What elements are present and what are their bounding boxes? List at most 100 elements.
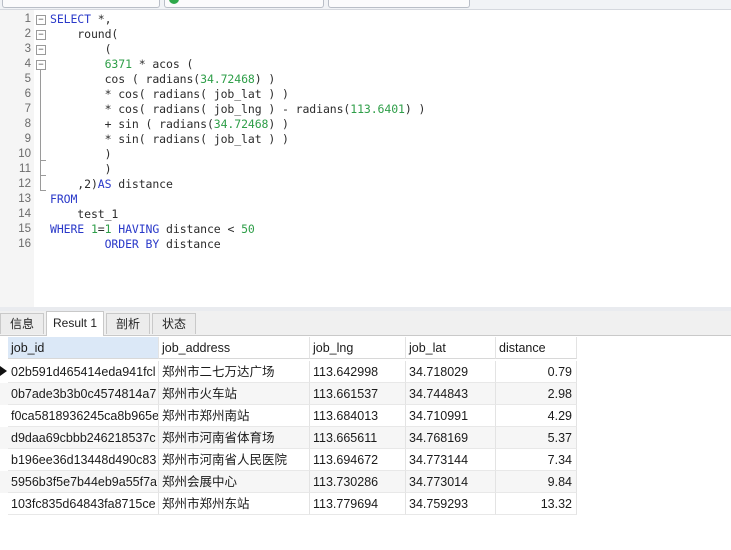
cell-job-id[interactable]: 5956b3f5e7b44eb9a55f7a <box>8 471 159 493</box>
toolbar-button[interactable] <box>2 0 160 8</box>
tab-status[interactable]: 状态 <box>152 313 196 334</box>
cell-job-lng[interactable]: 113.642998 <box>310 361 406 383</box>
code-line[interactable]: 15 WHERE 1=1 HAVING distance < 50 <box>0 222 731 237</box>
cell-job-lng[interactable]: 113.684013 <box>310 405 406 427</box>
cell-job-lat[interactable]: 34.718029 <box>406 361 496 383</box>
code-text: SELECT *, <box>50 12 112 26</box>
cell-distance[interactable]: 2.98 <box>496 383 577 405</box>
line-number: 10 <box>18 148 31 160</box>
code-text: * cos( radians( job_lat ) ) <box>50 87 289 101</box>
cell-distance[interactable]: 5.37 <box>496 427 577 449</box>
line-number: 2 <box>24 28 31 40</box>
line-number: 12 <box>18 178 31 190</box>
code-line[interactable]: 5 cos ( radians(34.72468) ) <box>0 72 731 87</box>
column-header-job-lng[interactable]: job_lng <box>310 337 406 359</box>
code-line[interactable]: 1 SELECT *, <box>0 12 731 27</box>
code-text: + sin ( radians(34.72468) ) <box>50 117 289 131</box>
code-text: * cos( radians( job_lng ) - radians(113.… <box>50 102 426 116</box>
cell-job-id[interactable]: f0ca5818936245ca8b965e <box>8 405 159 427</box>
line-number: 6 <box>24 88 31 100</box>
code-line[interactable]: 7 * cos( radians( job_lng ) - radians(11… <box>0 102 731 117</box>
cell-job-address[interactable]: 郑州市火车站 <box>159 383 310 405</box>
line-number: 5 <box>24 73 31 85</box>
grid-header-row: job_id job_address job_lng job_lat distance <box>0 337 577 359</box>
table-row[interactable]: d9daa69cbbb246218537c 郑州市河南省体育场 113.665611… <box>0 427 577 449</box>
current-row-marker-icon <box>0 366 7 376</box>
code-text: * sin( radians( job_lat ) ) <box>50 132 289 146</box>
cell-job-lat[interactable]: 34.710991 <box>406 405 496 427</box>
table-row[interactable]: 103fc835d64843fa8715ce 郑州市郑州东站 113.779694 3… <box>0 493 577 515</box>
line-number: 3 <box>24 43 31 55</box>
cell-job-id[interactable]: b196ee36d13448d490c83 <box>8 449 159 471</box>
cell-job-lat[interactable]: 34.744843 <box>406 383 496 405</box>
result-tabs: 信息 Result 1 剖析 状态 <box>0 311 731 336</box>
cell-job-lat[interactable]: 34.768169 <box>406 427 496 449</box>
table-row[interactable]: 02b591d465414eda941fcl 郑州市二七万达广场 113.64299… <box>0 361 577 383</box>
tab-info[interactable]: 信息 <box>0 313 44 334</box>
code-text: test_1 <box>50 207 119 221</box>
column-header-distance[interactable]: distance <box>496 337 577 359</box>
cell-distance[interactable]: 13.32 <box>496 493 577 515</box>
cell-distance[interactable]: 9.84 <box>496 471 577 493</box>
line-number: 13 <box>18 193 31 205</box>
sql-editor[interactable]: − − − − 1 SELECT *, 2 round(3 (4 6371 * ac… <box>0 10 731 307</box>
code-line[interactable]: 13 FROM <box>0 192 731 207</box>
cell-distance[interactable]: 0.79 <box>496 361 577 383</box>
cell-job-address[interactable]: 郑州会展中心 <box>159 471 310 493</box>
cell-job-lng[interactable]: 113.665611 <box>310 427 406 449</box>
column-header-job-address[interactable]: job_address <box>159 337 310 359</box>
toolbar-button[interactable] <box>328 0 470 8</box>
code-line[interactable]: 3 ( <box>0 42 731 57</box>
line-number: 8 <box>24 118 31 130</box>
code-text: 6371 * acos ( <box>104 57 194 71</box>
code-text: FROM <box>50 192 78 206</box>
tab-profile[interactable]: 剖析 <box>106 313 150 334</box>
line-number: 9 <box>24 133 31 145</box>
line-number: 15 <box>18 223 31 235</box>
cell-distance[interactable]: 7.34 <box>496 449 577 471</box>
code-text: ) <box>50 147 112 161</box>
code-line[interactable]: 12 ,2)AS distance <box>0 177 731 192</box>
cell-job-address[interactable]: 郑州市二七万达广场 <box>159 361 310 383</box>
cell-job-id[interactable]: 02b591d465414eda941fcl <box>8 361 159 383</box>
cell-job-lat[interactable]: 34.773144 <box>406 449 496 471</box>
line-number: 14 <box>18 208 31 220</box>
cell-job-lat[interactable]: 34.773014 <box>406 471 496 493</box>
code-text: ,2)AS distance <box>50 177 173 191</box>
code-text: ) <box>50 162 112 176</box>
code-line[interactable]: 9 * sin( radians( job_lat ) ) <box>0 132 731 147</box>
code-line[interactable]: 10 ) <box>0 147 731 162</box>
cell-job-id[interactable]: 103fc835d64843fa8715ce <box>8 493 159 515</box>
column-header-job-id[interactable]: job_id <box>8 337 159 359</box>
code-text: ORDER BY distance <box>104 237 221 251</box>
cell-job-address[interactable]: 郑州市河南省人民医院 <box>159 449 310 471</box>
table-row[interactable]: 5956b3f5e7b44eb9a55f7a 郑州会展中心 113.730286 34… <box>0 471 577 493</box>
cell-job-address[interactable]: 郑州市河南省体育场 <box>159 427 310 449</box>
code-line[interactable]: 16 ORDER BY distance <box>0 237 731 252</box>
run-icon <box>169 0 179 4</box>
column-header-job-lat[interactable]: job_lat <box>406 337 496 359</box>
table-row[interactable]: f0ca5818936245ca8b965e 郑州市郑州南站 113.684013 3… <box>0 405 577 427</box>
table-row[interactable]: 0b7ade3b3b0c4574814a7 郑州市火车站 113.661537 34.… <box>0 383 577 405</box>
table-row[interactable]: b196ee36d13448d490c83 郑州市河南省人民医院 113.69467… <box>0 449 577 471</box>
cell-job-lng[interactable]: 113.779694 <box>310 493 406 515</box>
code-line[interactable]: 4 6371 * acos ( <box>0 57 731 72</box>
cell-distance[interactable]: 4.29 <box>496 405 577 427</box>
cell-job-id[interactable]: 0b7ade3b3b0c4574814a7 <box>8 383 159 405</box>
cell-job-lng[interactable]: 113.661537 <box>310 383 406 405</box>
code-line[interactable]: 2 round( <box>0 27 731 42</box>
cell-job-lat[interactable]: 34.759293 <box>406 493 496 515</box>
top-toolbar <box>0 0 731 10</box>
code-line[interactable]: 6 * cos( radians( job_lat ) ) <box>0 87 731 102</box>
cell-job-address[interactable]: 郑州市郑州东站 <box>159 493 310 515</box>
cell-job-id[interactable]: d9daa69cbbb246218537c <box>8 427 159 449</box>
code-line[interactable]: 14 test_1 <box>0 207 731 222</box>
code-line[interactable]: 8 + sin ( radians(34.72468) ) <box>0 117 731 132</box>
cell-job-lng[interactable]: 113.730286 <box>310 471 406 493</box>
toolbar-button[interactable] <box>164 0 324 8</box>
cell-job-lng[interactable]: 113.694672 <box>310 449 406 471</box>
code-text: cos ( radians(34.72468) ) <box>50 72 276 86</box>
tab-result-1[interactable]: Result 1 <box>46 311 104 336</box>
code-line[interactable]: 11 ) <box>0 162 731 177</box>
cell-job-address[interactable]: 郑州市郑州南站 <box>159 405 310 427</box>
